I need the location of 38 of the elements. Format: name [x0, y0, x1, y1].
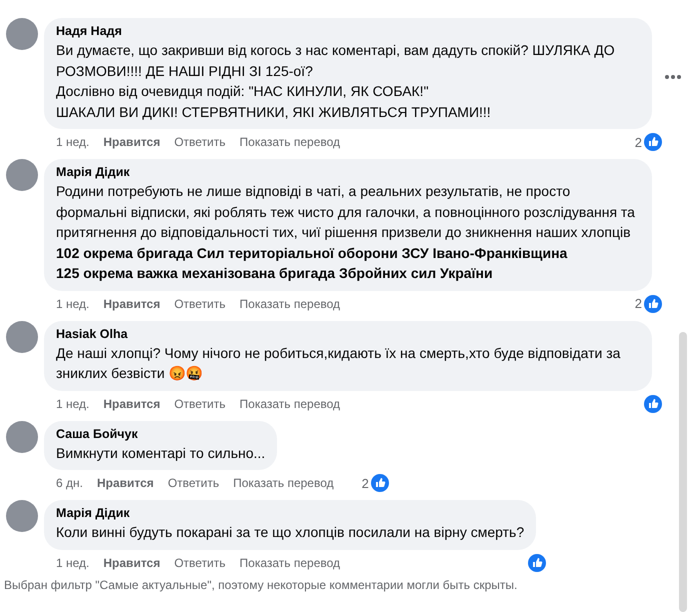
action-link[interactable]: Ответить — [174, 135, 226, 149]
action-link[interactable]: Ответить — [174, 396, 226, 410]
author-name[interactable]: Марія Дідик — [56, 506, 524, 520]
author-name[interactable]: Саша Бойчук — [56, 426, 266, 440]
comment-text: Де наші хлопці? Чому нічого не робиться,кидають їх на смерть,хто буде відповідати за зниклих безвісти 😡🤬 — [56, 344, 622, 383]
author-name[interactable]: Марія Дідик — [56, 165, 640, 179]
author-name[interactable]: Надя Надя — [56, 24, 640, 38]
like-count: 2 — [634, 296, 642, 311]
action-link[interactable]: Показать перевод — [240, 556, 340, 570]
action-link[interactable]: Ответить — [168, 476, 220, 490]
like-count: 2 — [634, 134, 642, 150]
filter-note: Выбран фильтр "Самые актуальные", поэтому некоторые комментарии могли быть скрыты. — [3, 576, 518, 592]
comment-time[interactable]: 1 нед. — [56, 396, 90, 410]
comment-time[interactable]: 1 нед. — [56, 296, 90, 310]
comment-time[interactable]: 6 дн. — [56, 476, 83, 490]
action-link[interactable]: Нравится — [96, 476, 154, 490]
action-link[interactable]: Нравится — [103, 135, 160, 149]
action-link[interactable]: Нравится — [103, 296, 160, 310]
comment-text: Родини потребують не лише відповіді в чаті, а реальних результатів, не просто формальні відписки, які роблять теж чисто для галочки, а повноцінного розслідування та притягнення до відповідальності тих, чиї рішення призвели до зникнення наших хлопців — [56, 182, 636, 242]
action-link[interactable]: Нравится — [103, 556, 160, 570]
comment-text: 102 окрема бригада Сил територіальної оборони ЗСУ Івано-Франківщина — [56, 244, 568, 263]
comment-text: Коли винні будуть покарані за те що хлопців посилали на вірну смерть? — [56, 523, 524, 542]
comment-time[interactable]: 1 нед. — [56, 135, 90, 149]
comment-text: 125 окрема важка механізована бригада Збройних сил України — [56, 264, 494, 283]
author-name[interactable]: Hasiak Olha — [56, 326, 640, 340]
action-link[interactable]: Показать перевод — [240, 135, 340, 149]
comment-text: Ви думаєте, що закривши від когось з нас коментарі, вам дадуть спокій? ШУЛЯКА ДО РОЗМОВИ!!!! ДЕ НАШІ РІДНІ ЗІ 125-ої? — [56, 41, 616, 81]
action-link[interactable]: Нравится — [103, 396, 160, 410]
action-link[interactable]: Показать перевод — [233, 476, 334, 490]
comment-text: ШАКАЛИ ВИ ДИКІ! СТЕРВЯТНИКИ, ЯКІ ЖИВЛЯТЬСЯ ТРУПАМИ!!! — [56, 102, 492, 122]
action-link[interactable]: Ответить — [174, 556, 226, 570]
action-link[interactable]: Показать перевод — [240, 396, 340, 410]
like-count: 2 — [362, 476, 369, 490]
comment-text: Дослівно від очевидця подій: "НАС КИНУЛИ, ЯК СОБАК!" — [56, 82, 430, 101]
action-link[interactable]: Показать перевод — [240, 296, 340, 310]
comment-time[interactable]: 1 нед. — [56, 556, 90, 570]
comment-text: Вимкнути коментарі то сильно... — [56, 444, 266, 463]
action-link[interactable]: Ответить — [174, 296, 226, 310]
